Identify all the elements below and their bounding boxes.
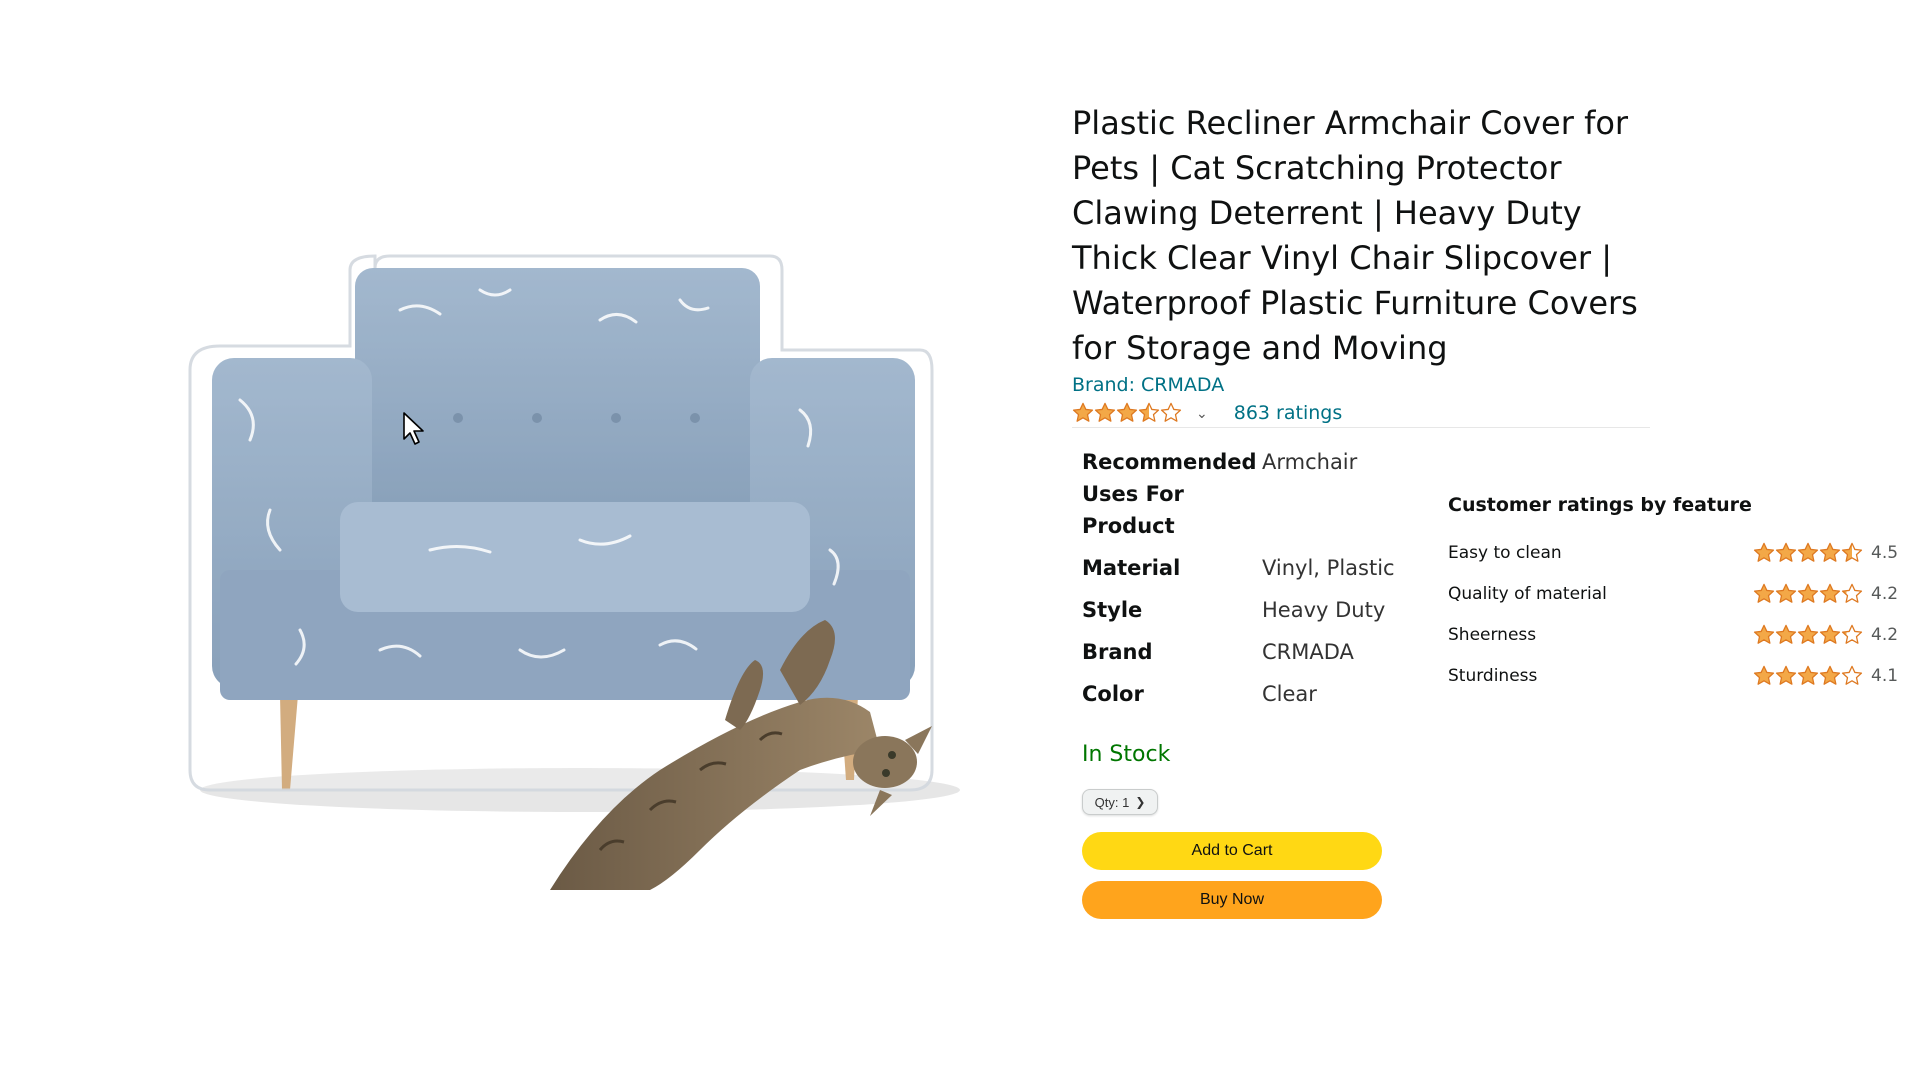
armchair-with-cat-image	[188, 254, 960, 890]
feature-stars	[1753, 542, 1871, 564]
star-icon	[1841, 542, 1863, 562]
spec-label: Brand	[1082, 640, 1153, 664]
star-icon	[1775, 624, 1797, 644]
star-icon	[1819, 665, 1841, 685]
buy-now-button[interactable]: Buy Now	[1082, 881, 1382, 919]
star-icon	[1072, 402, 1094, 422]
star-icon	[1841, 624, 1863, 644]
spec-value: CRMADA	[1262, 640, 1354, 664]
spec-label: Color	[1082, 682, 1144, 706]
feature-name: Easy to clean	[1448, 542, 1562, 563]
feature-name: Quality of material	[1448, 583, 1607, 604]
star-icon	[1819, 542, 1841, 562]
star-icon	[1753, 583, 1775, 603]
star-icon	[1753, 665, 1775, 685]
star-icon	[1116, 402, 1138, 422]
star-rating[interactable]	[1072, 402, 1182, 424]
feature-row: Sheerness 4.2	[1448, 614, 1908, 655]
quantity-label: Qty: 1	[1094, 794, 1130, 810]
chevron-down-icon[interactable]: ⌄	[1196, 405, 1208, 422]
spec-row: Style Heavy Duty	[1082, 594, 1395, 636]
star-icon	[1160, 402, 1182, 422]
star-icon	[1775, 542, 1797, 562]
mouse-cursor-icon	[403, 412, 424, 445]
ratings-count-link[interactable]: 863 ratings	[1234, 402, 1343, 424]
feature-name: Sheerness	[1448, 624, 1537, 645]
feature-name: Sturdiness	[1448, 665, 1538, 686]
spec-row: Color Clear	[1082, 678, 1395, 720]
rating-summary: ⌄ 863 ratings	[1072, 398, 1342, 428]
divider	[1072, 427, 1650, 428]
star-icon	[1775, 665, 1797, 685]
spec-value: Armchair	[1262, 450, 1358, 474]
spec-row: Brand CRMADA	[1082, 636, 1395, 678]
feature-row: Easy to clean 4.5	[1448, 532, 1908, 573]
feature-row: Quality of material 4.2	[1448, 573, 1908, 614]
star-icon	[1797, 624, 1819, 644]
feature-stars	[1753, 624, 1871, 646]
brand-link[interactable]: Brand: CRMADA	[1072, 374, 1224, 396]
star-icon	[1841, 665, 1863, 685]
star-icon	[1753, 624, 1775, 644]
spec-value: Vinyl, Plastic	[1262, 556, 1395, 580]
star-icon	[1753, 542, 1775, 562]
feature-score: 4.1	[1871, 665, 1899, 686]
product-specs-table: Recommended Uses For Product Armchair Ma…	[1082, 446, 1395, 720]
star-icon	[1819, 583, 1841, 603]
product-title: Plastic Recliner Armchair Cover for Pets…	[1072, 104, 1638, 367]
star-icon	[1819, 624, 1841, 644]
star-icon	[1775, 583, 1797, 603]
spec-value: Clear	[1262, 682, 1317, 706]
spec-row: Material Vinyl, Plastic	[1082, 552, 1395, 594]
star-icon	[1797, 542, 1819, 562]
add-to-cart-button[interactable]: Add to Cart	[1082, 832, 1382, 870]
quantity-select[interactable]: Qty: 1 ❯	[1082, 789, 1158, 815]
spec-label: Recommended Uses For Product	[1082, 450, 1257, 538]
spec-row: Recommended Uses For Product Armchair	[1082, 446, 1395, 552]
star-icon	[1797, 665, 1819, 685]
feature-stars	[1753, 583, 1871, 605]
spec-label: Material	[1082, 556, 1181, 580]
feature-ratings-title: Customer ratings by feature	[1448, 494, 1752, 516]
feature-score: 4.2	[1871, 583, 1899, 604]
star-icon	[1094, 402, 1116, 422]
star-icon	[1138, 402, 1160, 422]
star-icon	[1797, 583, 1819, 603]
feature-ratings: Customer ratings by feature Easy to clea…	[1448, 494, 1908, 696]
feature-score: 4.2	[1871, 624, 1899, 645]
feature-score: 4.5	[1871, 542, 1899, 563]
stock-status: In Stock	[1082, 742, 1171, 767]
feature-row: Sturdiness 4.1	[1448, 655, 1908, 696]
product-image[interactable]	[180, 250, 1060, 890]
feature-stars	[1753, 665, 1871, 687]
spec-value: Heavy Duty	[1262, 598, 1386, 622]
star-icon	[1841, 583, 1863, 603]
chevron-down-icon: ❯	[1135, 795, 1146, 809]
spec-label: Style	[1082, 598, 1143, 622]
